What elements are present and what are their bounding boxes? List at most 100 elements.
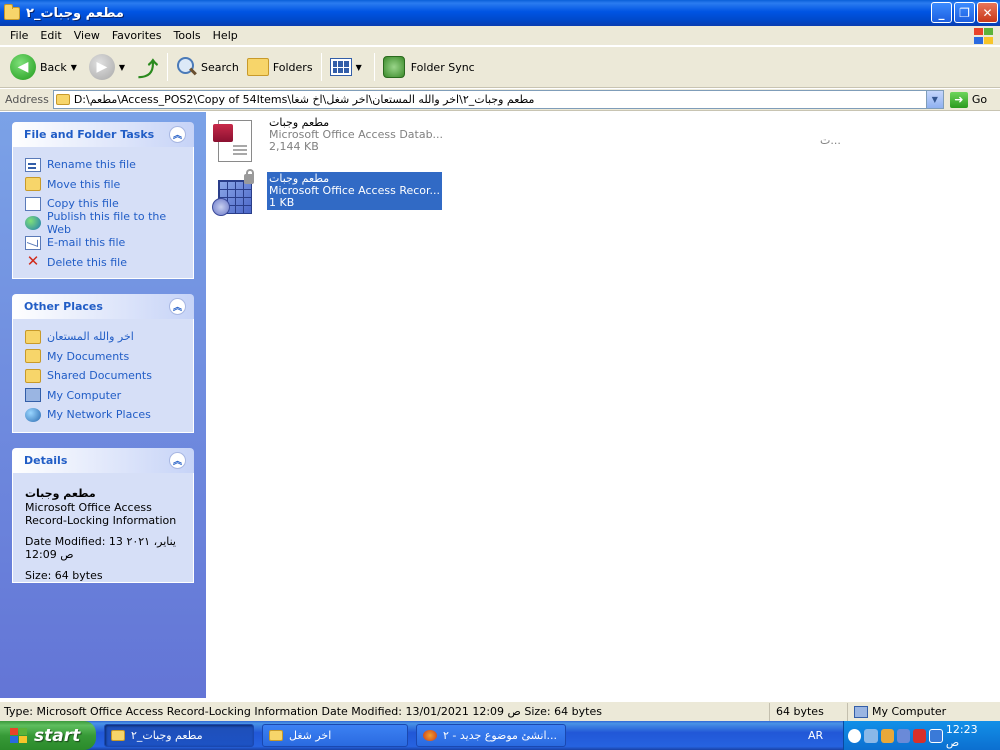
status-size: 64 bytes — [770, 702, 848, 721]
task-label: E-mail this file — [47, 236, 126, 250]
task-move[interactable]: Move this file — [25, 175, 183, 195]
place-my-computer[interactable]: My Computer — [25, 386, 183, 406]
place-my-network[interactable]: My Network Places — [25, 405, 183, 425]
folders-button[interactable]: Folders — [243, 51, 317, 83]
taskbar-window-folder[interactable]: اخر شغل — [262, 724, 408, 747]
toolbar: ◀ Back ▼ ▶ ▼ ⤴ Search Folders ▼ Folder S… — [0, 47, 1000, 88]
browser-icon — [423, 730, 437, 741]
menu-help[interactable]: Help — [207, 29, 244, 42]
copy-icon — [25, 196, 41, 211]
details-panel: Details ︽ مطعم وجبات Microsoft Office Ac… — [12, 448, 194, 583]
back-button[interactable]: ◀ Back ▼ — [6, 51, 85, 83]
folder-sync-label: Folder Sync — [410, 60, 475, 74]
task-label: Delete this file — [47, 255, 127, 269]
up-button[interactable]: ⤴ — [133, 51, 163, 83]
views-button[interactable]: ▼ — [326, 51, 370, 83]
chevron-down-icon[interactable]: ▼ — [71, 63, 77, 72]
task-label: Move this file — [47, 177, 121, 191]
menu-edit[interactable]: Edit — [34, 29, 67, 42]
file-type: Microsoft Office Access Recor... — [269, 184, 441, 197]
folder-icon — [111, 730, 125, 741]
forward-button[interactable]: ▶ ▼ — [85, 51, 133, 83]
clock[interactable]: 12:23 ص — [946, 723, 992, 749]
folder-icon — [269, 730, 283, 741]
panel-header[interactable]: Details ︽ — [12, 448, 194, 473]
go-button[interactable]: ➜ Go — [949, 91, 988, 108]
toolbar-separator — [373, 53, 375, 81]
chevron-down-icon[interactable]: ▼ — [356, 63, 362, 72]
back-label: Back — [40, 60, 67, 74]
collapse-icon[interactable]: ︽ — [169, 452, 186, 469]
detail-modified: Date Modified: 13 يناير، ٢٠٢١ — [25, 535, 176, 548]
menu-favorites[interactable]: Favorites — [106, 29, 168, 42]
tray-antivirus-icon[interactable] — [913, 728, 927, 743]
address-path: D:\مطعم\Access_POS2\Copy of 54Items\مطعم… — [73, 93, 535, 106]
network-icon — [25, 407, 41, 422]
documents-icon — [25, 349, 41, 364]
up-folder-icon: ⤴ — [138, 56, 159, 81]
panel-header[interactable]: File and Folder Tasks ︽ — [12, 122, 194, 147]
other-places-panel: Other Places ︽ اخر والله المستعان My Doc… — [12, 294, 194, 433]
task-rename[interactable]: Rename this file — [25, 155, 183, 175]
folders-label: Folders — [272, 60, 313, 74]
tray-app-icon[interactable] — [896, 728, 911, 743]
tray-network-icon[interactable] — [864, 728, 878, 743]
tray-expand-icon[interactable] — [848, 728, 862, 743]
access-database-icon — [212, 116, 260, 164]
collapse-icon[interactable]: ︽ — [169, 126, 186, 143]
sync-icon — [382, 56, 405, 78]
folder-sync-button[interactable]: Folder Sync — [379, 51, 479, 83]
start-label: start — [34, 725, 81, 746]
tray-volume-icon[interactable] — [880, 728, 894, 743]
move-icon — [25, 177, 41, 192]
key-icon — [212, 198, 230, 216]
chevron-down-icon[interactable]: ▼ — [925, 91, 943, 108]
place-my-documents[interactable]: My Documents — [25, 347, 183, 367]
shared-folder-icon — [25, 368, 41, 383]
taskbar-window-browser[interactable]: انشئ موضوع جديد - ٢... — [416, 724, 566, 747]
menu-tools[interactable]: Tools — [168, 29, 207, 42]
task-pane: File and Folder Tasks ︽ Rename this file… — [0, 112, 206, 698]
menu-file[interactable]: File — [4, 29, 34, 42]
chevron-down-icon[interactable]: ▼ — [119, 63, 125, 72]
close-button[interactable]: ✕ — [977, 2, 998, 23]
task-delete[interactable]: ✕ Delete this file — [25, 253, 183, 273]
taskbar-label: انشئ موضوع جديد - ٢... — [443, 729, 558, 742]
file-item[interactable]: مطعم وجبات Microsoft Office Access Datab… — [212, 116, 445, 164]
place-parent-folder[interactable]: اخر والله المستعان — [25, 327, 183, 347]
title-bar[interactable]: مطعم وجبات_٢ _ ❐ ✕ — [0, 0, 1000, 26]
start-button[interactable]: start — [0, 721, 96, 750]
file-item-selected[interactable]: مطعم وجبات Microsoft Office Access Recor… — [212, 169, 443, 220]
status-bar: Type: Microsoft Office Access Record-Loc… — [0, 701, 1000, 721]
lock-icon — [244, 169, 254, 184]
forward-arrow-icon: ▶ — [88, 54, 115, 80]
panel-header[interactable]: Other Places ︽ — [12, 294, 194, 319]
access-lock-file-icon — [212, 169, 260, 220]
place-label: Shared Documents — [47, 369, 152, 383]
address-label: Address — [5, 93, 49, 106]
collapse-icon[interactable]: ︽ — [169, 298, 186, 315]
task-publish[interactable]: Publish this file to the Web — [25, 210, 183, 236]
search-button[interactable]: Search — [172, 51, 243, 83]
detail-type: Microsoft Office Access — [25, 501, 152, 514]
taskbar-window-explorer[interactable]: مطعم وجبات_٢ — [104, 724, 254, 747]
tray-monitor-icon[interactable] — [929, 728, 943, 743]
system-tray: 12:23 ص — [843, 721, 1000, 750]
panel-body: مطعم وجبات Microsoft Office Access Recor… — [12, 473, 194, 583]
place-label: My Computer — [47, 388, 122, 402]
folders-icon — [246, 58, 269, 76]
detail-type-2: Record-Locking Information — [25, 514, 177, 527]
place-shared-documents[interactable]: Shared Documents — [25, 366, 183, 386]
windows-logo-icon — [972, 27, 994, 45]
minimize-button[interactable]: _ — [931, 2, 952, 23]
maximize-button[interactable]: ❐ — [954, 2, 975, 23]
delete-icon: ✕ — [26, 252, 40, 271]
address-input[interactable]: D:\مطعم\Access_POS2\Copy of 54Items\مطعم… — [52, 90, 944, 109]
file-list[interactable]: مطعم وجبات Microsoft Office Access Datab… — [206, 112, 1000, 698]
folder-icon — [55, 94, 70, 105]
language-indicator[interactable]: AR — [808, 729, 823, 742]
status-zone: My Computer — [848, 703, 946, 721]
window-title: مطعم وجبات_٢ — [26, 5, 124, 21]
go-label: Go — [971, 93, 988, 106]
menu-view[interactable]: View — [68, 29, 106, 42]
